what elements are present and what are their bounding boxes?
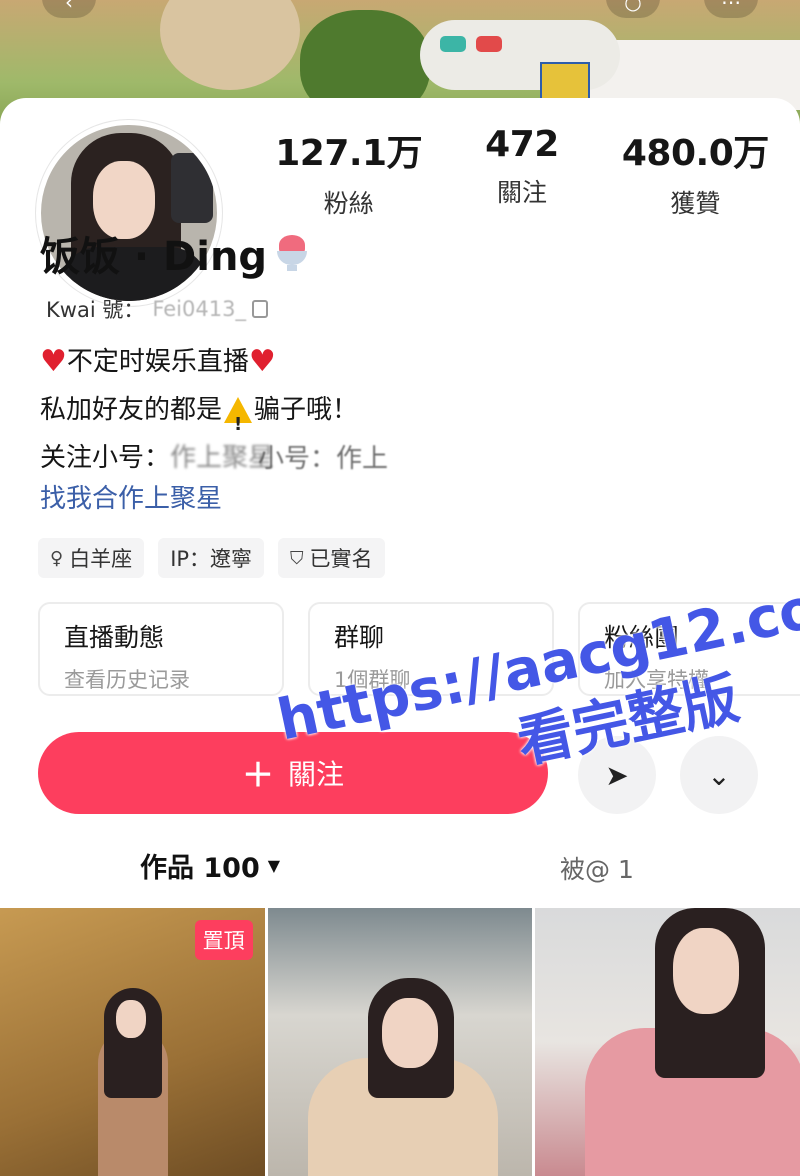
tag-label: 白羊座 — [69, 547, 133, 571]
kwai-id-row: Kwai 號： Fei0413_ — [46, 294, 268, 324]
profile-page: ‹ ○ ⋯ 127.1万 粉絲 472 關注 480.0万 獲贊 饭饭 · Di… — [0, 0, 800, 1176]
cover-art-shape — [540, 62, 590, 102]
search-icon: ○ — [624, 0, 642, 14]
tag-ip-location: IP：遼寧 — [158, 538, 265, 578]
bio-text: 骗子哦！ — [254, 395, 359, 425]
kwai-id-label: Kwai 號： — [46, 298, 145, 322]
tag-label: IP：遼寧 — [170, 547, 253, 571]
cover-art-shape — [476, 36, 502, 52]
card-subtitle: 查看历史记录 — [64, 668, 190, 692]
video-thumbnail[interactable] — [267, 908, 533, 1176]
heart-icon: ♥ — [248, 344, 276, 379]
profile-name-text: 饭饭 · Ding — [40, 234, 268, 280]
chevron-left-icon: ‹ — [65, 0, 73, 14]
bio-text: 关注小号： — [40, 443, 171, 473]
collab-link[interactable]: 找我合作上聚星 — [40, 478, 222, 515]
stat-label: 關注 — [496, 178, 547, 207]
pinned-badge: 置頂 — [194, 920, 253, 960]
stat-label: 獲贊 — [670, 189, 721, 218]
kwai-id-value: Fei0413_ — [152, 297, 246, 321]
tab-mentions[interactable]: 被@ 1 — [560, 850, 634, 886]
card-title: 直播動態 — [64, 623, 165, 652]
stat-following[interactable]: 472 關注 — [435, 124, 608, 220]
bio-line: ♥ 不定时娱乐直播 ♥ — [40, 338, 358, 386]
tag-zodiac: ♀ 白羊座 — [38, 538, 145, 578]
stat-value: 480.0万 — [621, 133, 769, 174]
search-button[interactable]: ○ — [606, 0, 660, 18]
stat-value: 127.1万 — [275, 133, 423, 174]
heart-icon: ♥ — [40, 344, 67, 379]
copy-icon[interactable] — [251, 300, 268, 318]
profile-tags: ♀ 白羊座 IP：遼寧 ⛉ 已實名 — [38, 538, 385, 578]
bio-ghost-text: 小号：作上 — [258, 444, 389, 474]
plus-icon: ＋ — [241, 756, 274, 794]
shield-check-icon: ⛉ — [290, 547, 304, 569]
tag-label: 已實名 — [309, 547, 373, 571]
card-live-history[interactable]: 直播動態 查看历史记录 — [38, 602, 284, 696]
cover-art-shape — [420, 20, 620, 90]
stat-value: 472 — [485, 124, 559, 165]
profile-stats: 127.1万 粉絲 472 關注 480.0万 獲贊 — [262, 124, 782, 220]
cover-art-shape — [440, 36, 466, 52]
profile-name: 饭饭 · Ding — [40, 224, 311, 282]
back-button[interactable]: ‹ — [42, 0, 96, 18]
video-thumbnail[interactable] — [535, 908, 800, 1176]
tab-works-label: 作品 100 — [140, 853, 260, 884]
video-thumbnail[interactable]: 置頂 — [0, 908, 265, 1176]
bio-text: 不定时娱乐直播 — [66, 347, 249, 377]
stat-likes[interactable]: 480.0万 獲贊 — [609, 124, 782, 220]
stat-followers[interactable]: 127.1万 粉絲 — [262, 124, 435, 220]
warning-icon — [224, 397, 253, 449]
shaved-ice-icon — [271, 233, 311, 273]
female-symbol-icon: ♀ — [50, 547, 64, 569]
video-grid: 置頂 — [0, 908, 800, 1176]
bio-text: 私加好友的都是 — [40, 395, 223, 425]
tab-works[interactable]: 作品 100 ▼ — [140, 846, 280, 885]
caret-down-icon: ▼ — [267, 856, 281, 875]
bio-line: 私加好友的都是 骗子哦！ — [40, 386, 359, 449]
cover-art-shape — [160, 0, 300, 90]
tag-verified: ⛉ 已實名 — [278, 538, 385, 578]
menu-button[interactable]: ⋯ — [704, 0, 758, 18]
more-icon: ⋯ — [721, 0, 741, 14]
stat-label: 粉絲 — [323, 189, 374, 218]
